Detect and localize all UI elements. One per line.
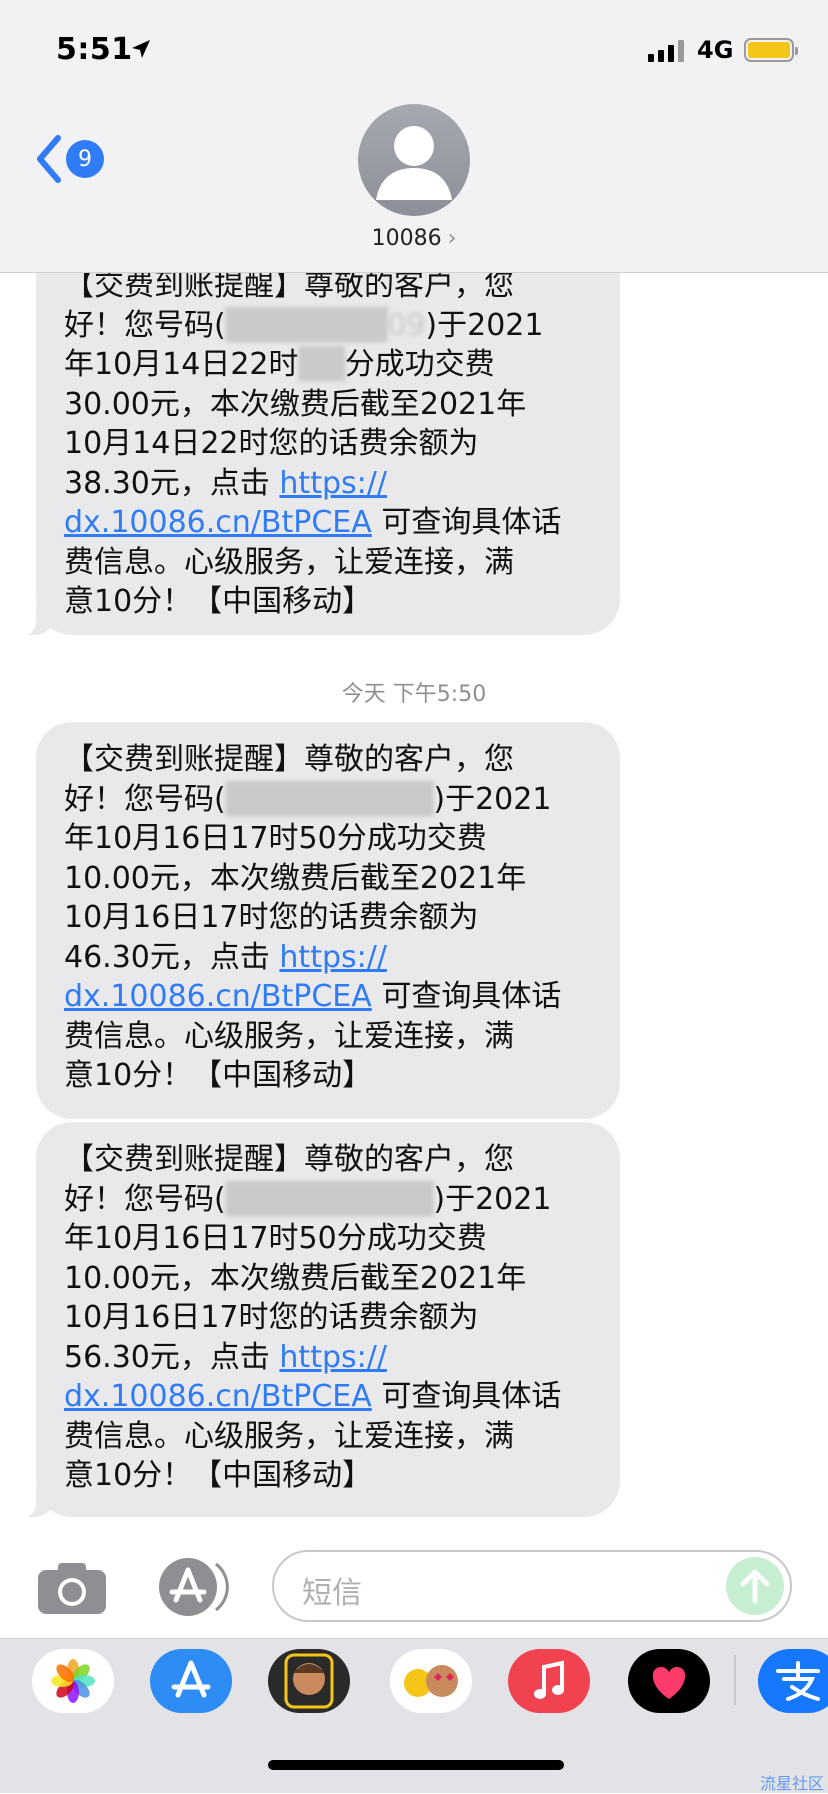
chevron-left-icon xyxy=(37,135,61,183)
alipay-icon[interactable] xyxy=(758,1649,828,1713)
message-link[interactable]: dx.10086.cn/BtPCEA xyxy=(64,979,372,1014)
conversation-header: 5:51 4G 9 10086 › xyxy=(0,0,828,273)
message-line: 意10分！【中国移动】 xyxy=(64,1458,373,1493)
person-icon xyxy=(376,126,452,200)
redacted-phone-number: █████████ xyxy=(225,781,434,817)
message-link[interactable]: https:// xyxy=(279,466,387,501)
message-line: 10.00元，本次缴费后截至2021年 xyxy=(64,860,527,896)
message-line: 好！您号码(█████████)于2021 xyxy=(64,781,552,817)
message-input[interactable]: 短信 xyxy=(272,1550,792,1622)
message-link[interactable]: https:// xyxy=(279,1340,387,1375)
message-line: 30.00元，本次缴费后截至2021年 xyxy=(64,386,527,422)
message-line: 费信息。心级服务，让爱连接，满 xyxy=(64,1418,514,1454)
arrow-up-icon xyxy=(740,1569,770,1604)
tray-divider xyxy=(734,1655,736,1705)
contact-name-button[interactable]: 10086 › xyxy=(0,226,828,251)
redacted-phone-number: ███████ xyxy=(225,307,388,343)
compose-bar: 短信 xyxy=(0,1540,828,1630)
message-line: 10月14日22时您的话费余额为 xyxy=(64,426,479,461)
message-bubble[interactable]: 【交费到账提醒】尊敬的客户，您 好！您号码(█████████)于2021 年1… xyxy=(36,722,620,1119)
message-line: 10.00元，本次缴费后截至2021年 xyxy=(64,1260,527,1296)
app-drawer-button[interactable] xyxy=(154,1556,234,1618)
animoji-icon[interactable] xyxy=(390,1649,472,1713)
redacted-phone-number: █████████ xyxy=(225,1181,434,1217)
status-time: 5:51 xyxy=(56,32,133,67)
send-button[interactable] xyxy=(726,1557,784,1615)
memoji-icon[interactable] xyxy=(268,1649,350,1713)
cellular-signal-icon xyxy=(648,40,684,62)
chevron-right-icon: › xyxy=(447,226,457,251)
message-line: 【交费到账提醒】尊敬的客户，您 xyxy=(64,1142,514,1177)
message-link[interactable]: dx.10086.cn/BtPCEA xyxy=(64,1379,372,1414)
unread-count-badge: 9 xyxy=(66,140,104,178)
message-line: 好！您号码(███████09)于2021 xyxy=(64,307,544,343)
message-line: 年10月14日22时██分成功交费 xyxy=(64,347,495,382)
message-line: 费信息。心级服务，让爱连接，满 xyxy=(64,544,514,580)
message-line: 年10月16日17时50分成功交费 xyxy=(64,821,487,856)
message-line: dx.10086.cn/BtPCEA 可查询具体话 xyxy=(64,1379,562,1414)
message-input-placeholder: 短信 xyxy=(302,1576,362,1611)
heart-app-icon[interactable] xyxy=(628,1649,710,1713)
message-link[interactable]: https:// xyxy=(279,940,387,975)
message-line: 10月16日17时您的话费余额为 xyxy=(64,900,479,935)
message-line: dx.10086.cn/BtPCEA 可查询具体话 xyxy=(64,505,562,540)
message-bubble[interactable]: 【交费到账提醒】尊敬的客户，您 好！您号码(███████09)于2021 年1… xyxy=(14,240,620,636)
message-line: 意10分！【中国移动】 xyxy=(64,1058,373,1093)
status-bar: 5:51 4G xyxy=(0,0,828,100)
message-bubble[interactable]: 【交费到账提醒】尊敬的客户，您 好！您号码(█████████)于2021 年1… xyxy=(14,1122,620,1518)
message-line: 56.30元，点击 https:// xyxy=(64,1339,387,1375)
message-line: 费信息。心级服务，让爱连接，满 xyxy=(64,1018,514,1054)
music-icon[interactable] xyxy=(508,1649,590,1713)
camera-icon[interactable] xyxy=(36,1560,108,1616)
message-link[interactable]: dx.10086.cn/BtPCEA xyxy=(64,505,372,540)
app-store-icon[interactable] xyxy=(150,1649,232,1713)
message-line: 意10分！【中国移动】 xyxy=(64,584,373,619)
back-button[interactable]: 9 xyxy=(34,134,104,184)
location-arrow-icon xyxy=(132,40,150,58)
photos-icon[interactable] xyxy=(32,1649,114,1713)
contact-name: 10086 xyxy=(371,226,442,251)
battery-icon xyxy=(744,38,798,62)
watermark: 流星社区 xyxy=(760,1774,825,1793)
message-line: 46.30元，点击 https:// xyxy=(64,939,387,975)
message-timestamp: 今天 下午5:50 xyxy=(341,682,487,707)
message-line: 38.30元，点击 https:// xyxy=(64,465,387,501)
contact-avatar[interactable] xyxy=(358,104,470,216)
message-line: 【交费到账提醒】尊敬的客户，您 xyxy=(64,742,514,777)
message-line: dx.10086.cn/BtPCEA 可查询具体话 xyxy=(64,979,562,1014)
home-indicator[interactable] xyxy=(268,1760,564,1770)
network-type: 4G xyxy=(697,36,734,64)
message-line: 好！您号码(█████████)于2021 xyxy=(64,1181,552,1217)
message-line: 10月16日17时您的话费余额为 xyxy=(64,1300,479,1335)
message-line: 年10月16日17时50分成功交费 xyxy=(64,1221,487,1256)
